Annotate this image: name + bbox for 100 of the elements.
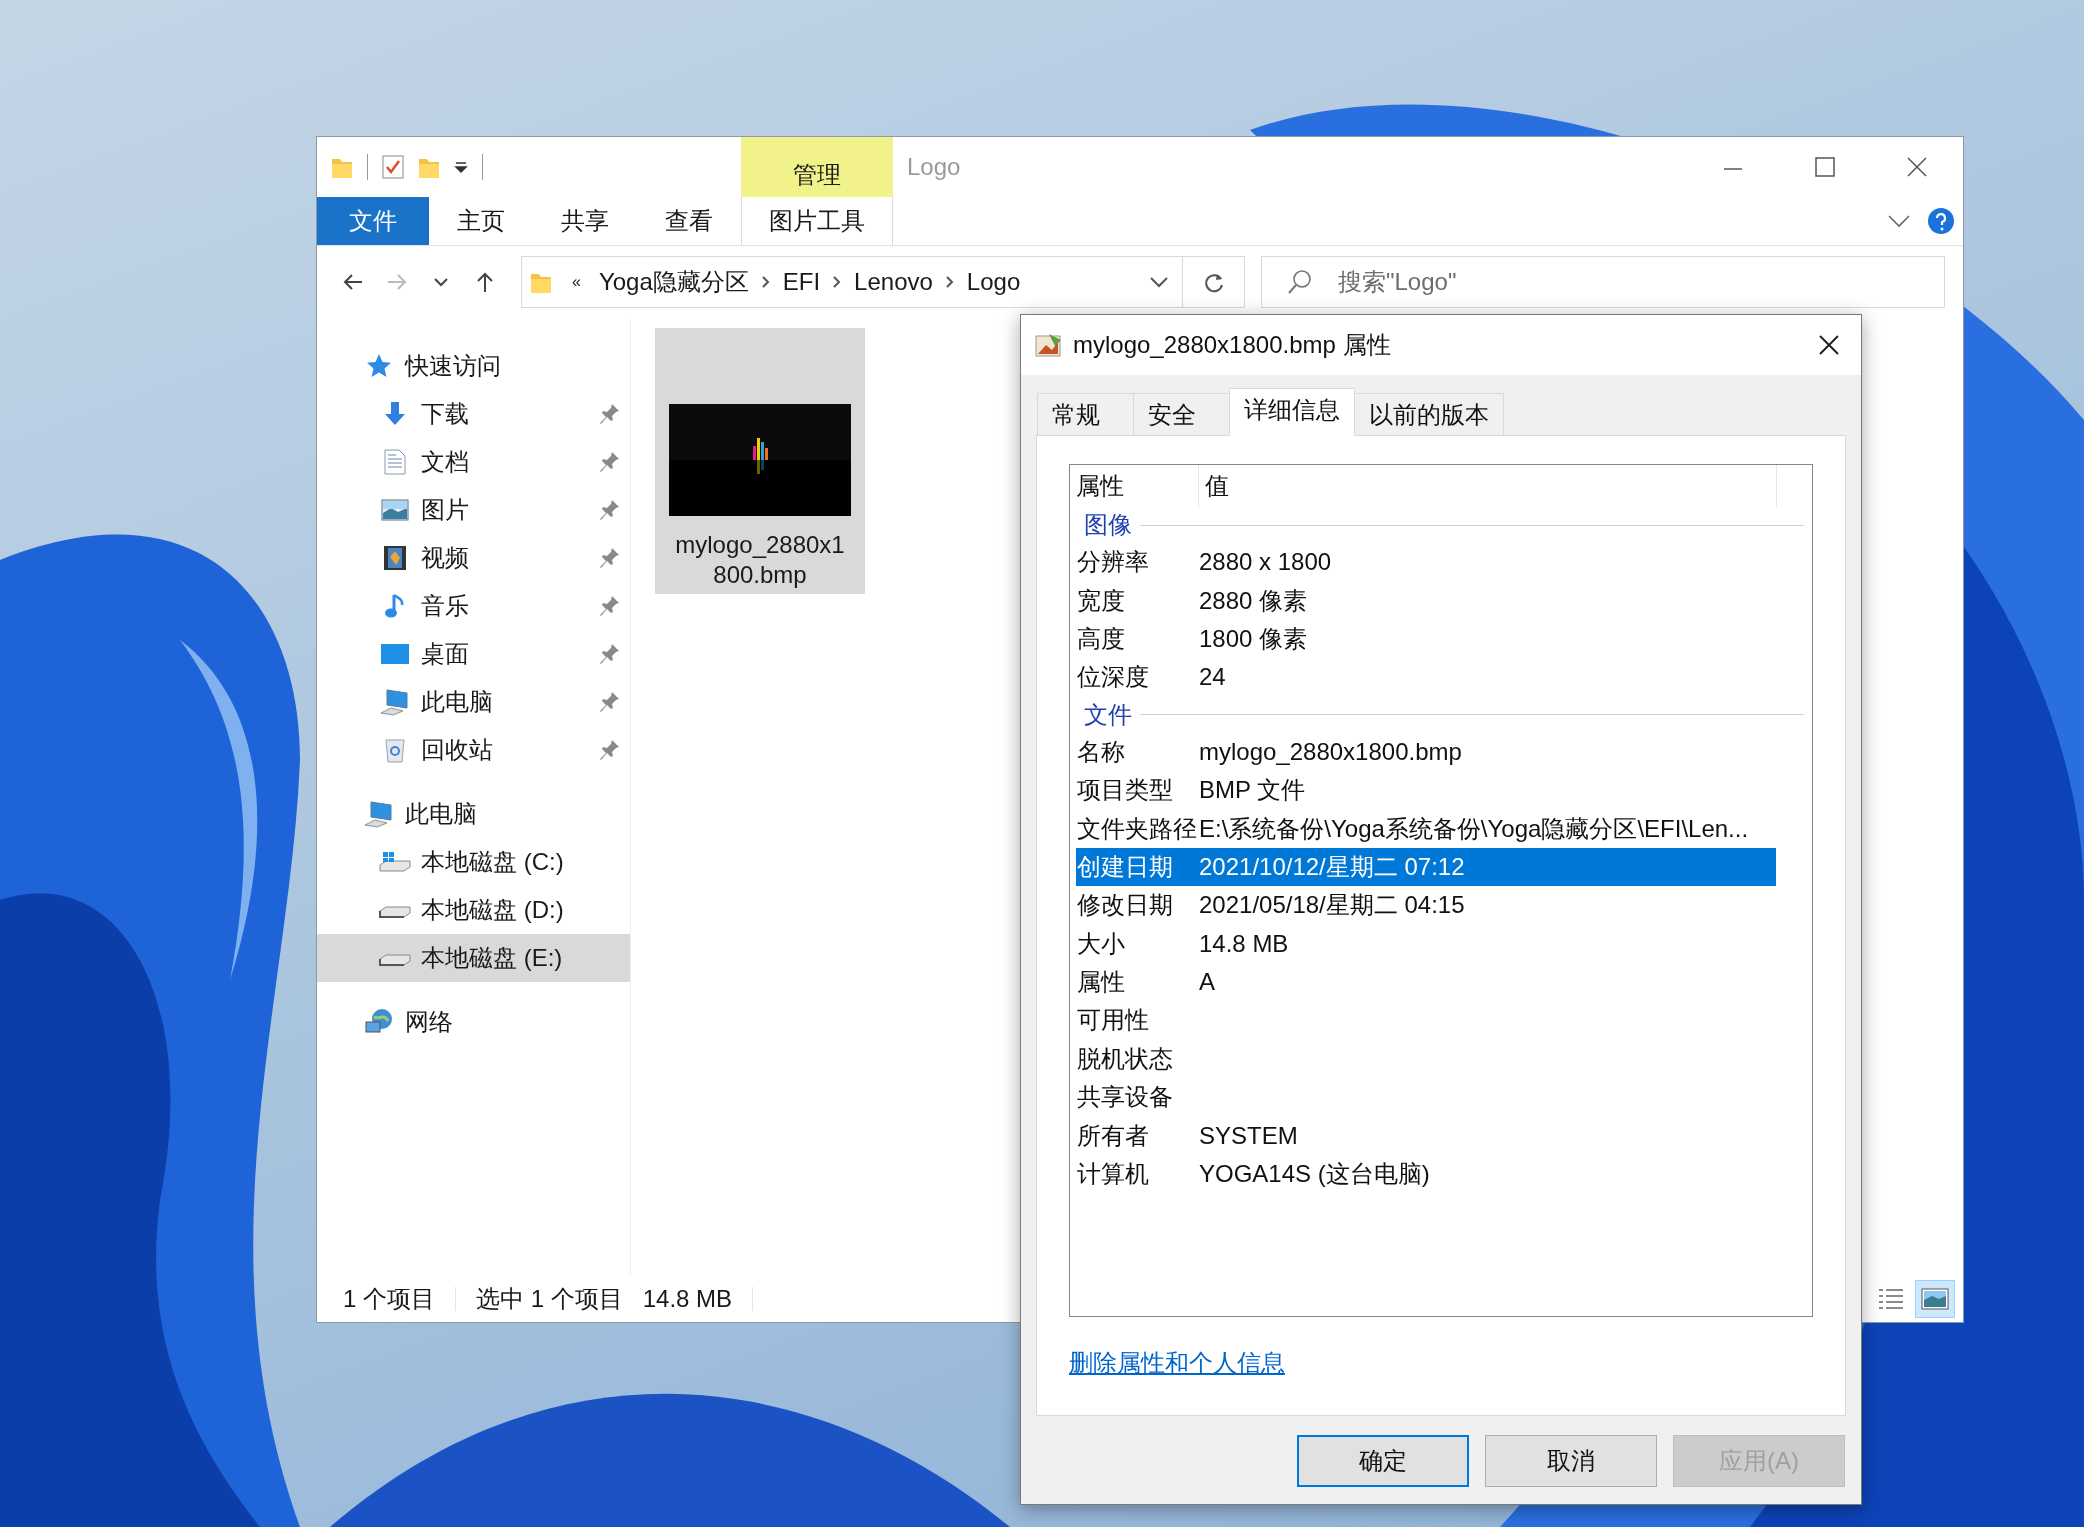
property-name: 共享设备 (1076, 1082, 1174, 1113)
dialog-button[interactable]: 取消 (1485, 1435, 1657, 1487)
ribbon-tab[interactable]: 共享 (533, 197, 637, 245)
refresh-icon (1202, 271, 1225, 293)
item-count: 1 个项目 (343, 1284, 435, 1314)
nav-item[interactable]: 此电脑 (317, 790, 630, 838)
property-value: E:\系统备份\Yoga系统备份\Yoga隐藏分区\EFI\Len... (1199, 813, 1749, 844)
property-name: 所有者 (1076, 1120, 1150, 1151)
computer-icon (379, 688, 411, 716)
breadcrumb[interactable]: EFI (782, 268, 821, 296)
property-value: 14.8 MB (1199, 929, 1289, 958)
property-value: 2021/05/18/星期二 04:15 (1199, 890, 1465, 921)
ribbon-tab[interactable]: 文件 (317, 197, 429, 245)
close-icon[interactable] (1906, 156, 1928, 178)
property-name: 分辨率 (1076, 547, 1150, 578)
property-name: 脱机状态 (1076, 1043, 1174, 1074)
selection-info: 选中 1 个项目 (476, 1284, 623, 1314)
property-name: 可用性 (1076, 1005, 1150, 1036)
chevron-icon (944, 275, 955, 289)
group-header: 图像 (1084, 510, 1132, 540)
nav-item[interactable]: 桌面 (317, 630, 630, 678)
dialog-title: mylogo_2880x1800.bmp 属性 (1073, 330, 1392, 360)
property-name: 名称 (1076, 736, 1126, 767)
nav-item[interactable]: 本地磁盘 (C:) (317, 838, 630, 886)
chevron-icon (832, 275, 843, 289)
film-icon (383, 545, 407, 571)
breadcrumb[interactable]: Lenovo (854, 268, 933, 296)
ribbon-tab[interactable]: 主页 (429, 197, 533, 245)
ribbon-tab[interactable]: 图片工具 (741, 197, 893, 245)
nav-item[interactable]: 视频 (317, 534, 630, 582)
network-icon (364, 1008, 394, 1036)
nav-item[interactable]: 本地磁盘 (E:) (317, 934, 630, 982)
dialog-tab[interactable]: 常规 (1037, 393, 1134, 435)
ok-button[interactable]: 确定 (1297, 1435, 1469, 1487)
property-name: 位深度 (1076, 662, 1150, 693)
nav-item[interactable]: 下载 (317, 390, 630, 438)
computer-icon (363, 800, 395, 828)
nav-item[interactable]: 文档 (317, 438, 630, 486)
refresh-button[interactable] (1183, 256, 1245, 308)
checklist-icon[interactable] (382, 155, 404, 179)
property-name: 创建日期 (1076, 851, 1174, 882)
dialog-tab[interactable]: 以前的版本 (1354, 393, 1504, 435)
remove-properties-link[interactable]: 删除属性和个人信息 (1069, 1347, 1285, 1379)
property-name: 高度 (1076, 623, 1126, 654)
breadcrumb[interactable]: Yoga隐藏分区 (598, 266, 749, 298)
selected-row[interactable]: 创建日期 2021/10/12/星期二 07:12 (1076, 847, 1776, 887)
music-note-icon (384, 593, 406, 619)
file-item[interactable]: mylogo_2880x1800.bmp (655, 328, 865, 594)
maximize-icon[interactable] (1814, 156, 1836, 178)
property-value: BMP 文件 (1199, 775, 1306, 806)
nav-item[interactable]: 音乐 (317, 582, 630, 630)
property-name: 文件夹路径 (1076, 813, 1198, 844)
nav-item[interactable]: 图片 (317, 486, 630, 534)
drive-icon (379, 851, 411, 873)
property-value: 1800 像素 (1199, 623, 1308, 654)
property-value: 2021/10/12/星期二 07:12 (1199, 851, 1465, 882)
ribbon-tab[interactable]: 查看 (637, 197, 741, 245)
property-name: 属性 (1076, 967, 1126, 998)
picture-icon (381, 499, 409, 521)
property-value: 2880 x 1800 (1199, 548, 1332, 577)
property-value: 2880 像素 (1199, 585, 1308, 616)
column-header[interactable]: 值 (1199, 465, 1777, 507)
nav-item[interactable]: 回收站 (317, 726, 630, 774)
nav-item[interactable]: 本地磁盘 (D:) (317, 886, 630, 934)
group-header: 文件 (1084, 699, 1132, 730)
document-icon (384, 449, 406, 475)
desktop-icon (380, 643, 410, 665)
contextual-tab-header: 管理 (741, 137, 893, 197)
chevron-down-icon[interactable] (1149, 276, 1169, 288)
property-name: 宽度 (1076, 585, 1126, 616)
search-icon (1287, 269, 1313, 295)
close-icon[interactable] (1818, 334, 1840, 356)
nav-item[interactable]: 快速访问 (317, 342, 630, 390)
caret-icon[interactable] (454, 160, 468, 174)
address-bar[interactable]: « Yoga隐藏分区 EFI Lenovo Logo (521, 256, 1183, 308)
details-view-icon (1878, 1287, 1904, 1311)
property-value: SYSTEM (1199, 1121, 1298, 1150)
thumbnail-view-icon (1921, 1288, 1949, 1310)
nav-item[interactable]: 此电脑 (317, 678, 630, 726)
property-value: 24 (1199, 663, 1226, 692)
breadcrumb[interactable]: Logo (966, 268, 1021, 296)
selection-size: 14.8 MB (642, 1285, 733, 1313)
column-header[interactable]: 属性 (1070, 465, 1199, 507)
property-name: 计算机 (1076, 1159, 1150, 1190)
help-icon[interactable] (1927, 207, 1955, 235)
window-title: Logo (906, 152, 962, 182)
overflow-marker[interactable]: « (572, 273, 581, 291)
property-name: 大小 (1076, 928, 1126, 959)
search-field[interactable]: 搜索"Logo" (1261, 256, 1945, 308)
chevron-down-icon[interactable] (1887, 214, 1911, 228)
property-value: YOGA14S (这台电脑) (1199, 1159, 1430, 1190)
recycle-bin-icon (383, 737, 407, 763)
download-arrow-icon (382, 401, 408, 427)
view-toggle-button[interactable] (1915, 1280, 1955, 1318)
nav-item[interactable]: 网络 (317, 998, 630, 1046)
property-value: mylogo_2880x1800.bmp (1199, 737, 1462, 766)
dialog-tab[interactable]: 详细信息 (1229, 388, 1355, 436)
property-name: 项目类型 (1076, 775, 1174, 806)
image-file-icon (1035, 332, 1063, 358)
property-name: 修改日期 (1076, 890, 1174, 921)
